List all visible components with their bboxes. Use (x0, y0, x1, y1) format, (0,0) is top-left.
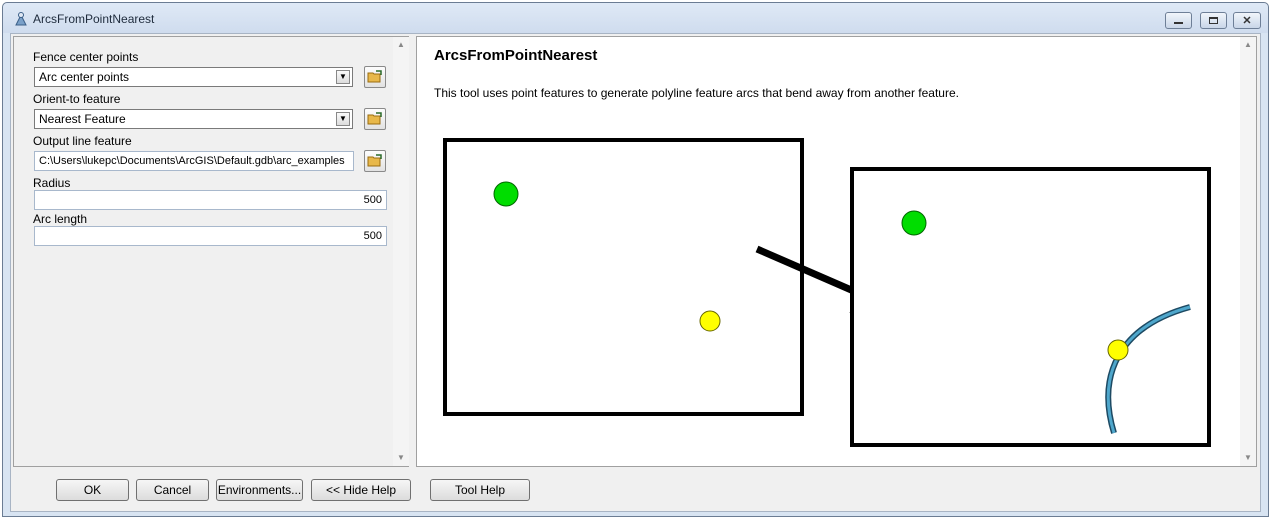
maximize-icon (1209, 17, 1218, 24)
output-line-browse-button[interactable] (364, 150, 386, 172)
chevron-down-icon[interactable]: ▼ (336, 70, 350, 84)
help-scrollbar[interactable]: ▲ ▼ (1240, 37, 1256, 466)
title-bar[interactable]: ArcsFromPointNearest ✕ (3, 3, 1268, 33)
arc-length-input[interactable]: 500 (34, 226, 387, 246)
fence-center-browse-button[interactable] (364, 66, 386, 88)
environments-button[interactable]: Environments... (216, 479, 303, 501)
minimize-icon (1174, 22, 1183, 24)
output-line-feature-input[interactable]: C:\Users\lukepc\Documents\ArcGIS\Default… (34, 151, 354, 171)
hide-help-button[interactable]: << Hide Help (311, 479, 411, 501)
cancel-button[interactable]: Cancel (136, 479, 209, 501)
before-frame (443, 138, 804, 416)
fence-center-points-label: Fence center points (33, 50, 139, 64)
tool-dialog-window: ArcsFromPointNearest ✕ Fence center poin… (2, 2, 1269, 517)
open-folder-icon (367, 112, 382, 125)
orient-to-feature-dropdown[interactable]: Nearest Feature ▼ (34, 109, 353, 129)
minimize-button[interactable] (1165, 12, 1192, 29)
maximize-button[interactable] (1200, 12, 1227, 29)
tool-help-button[interactable]: Tool Help (430, 479, 530, 501)
fence-center-point (493, 181, 519, 207)
help-description: This tool uses point features to generat… (434, 86, 959, 100)
scroll-up-icon[interactable]: ▲ (1240, 37, 1256, 53)
orient-to-feature-label: Orient-to feature (33, 92, 121, 106)
chevron-down-icon[interactable]: ▼ (336, 112, 350, 126)
fence-center-point-result (901, 210, 927, 236)
open-folder-icon (367, 154, 382, 167)
scroll-down-icon[interactable]: ▼ (393, 450, 409, 466)
window-title: ArcsFromPointNearest (33, 12, 155, 26)
geoprocessing-tool-icon (15, 12, 27, 26)
fence-center-points-value: Arc center points (39, 70, 130, 84)
help-panel: ArcsFromPointNearest This tool uses poin… (416, 36, 1257, 467)
fence-center-points-dropdown[interactable]: Arc center points ▼ (34, 67, 353, 87)
help-title: ArcsFromPointNearest (434, 47, 598, 64)
dialog-button-bar: OK Cancel Environments... << Hide Help T… (11, 470, 1260, 513)
arc-length-label: Arc length (33, 212, 88, 226)
after-frame (850, 167, 1211, 447)
orient-to-feature-value: Nearest Feature (39, 112, 126, 126)
radius-input[interactable]: 500 (34, 190, 387, 210)
dialog-client-area: Fence center points Arc center points ▼ … (10, 33, 1261, 512)
orient-to-browse-button[interactable] (364, 108, 386, 130)
help-illustration (443, 138, 1211, 447)
orient-to-point (699, 310, 721, 332)
output-line-feature-label: Output line feature (33, 134, 132, 148)
orient-to-point-result (1107, 339, 1129, 361)
parameters-panel: Fence center points Arc center points ▼ … (13, 36, 409, 467)
close-button[interactable]: ✕ (1233, 12, 1261, 29)
scroll-up-icon[interactable]: ▲ (393, 37, 409, 53)
radius-label: Radius (33, 176, 71, 190)
open-folder-icon (367, 70, 382, 83)
scroll-down-icon[interactable]: ▼ (1240, 450, 1256, 466)
ok-button[interactable]: OK (56, 479, 129, 501)
close-icon: ✕ (1242, 15, 1252, 27)
parameters-scrollbar[interactable]: ▲ ▼ (393, 37, 409, 466)
